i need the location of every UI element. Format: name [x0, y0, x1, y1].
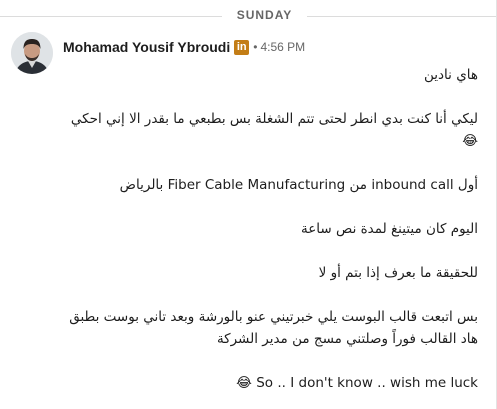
avatar-photo-icon: [11, 32, 53, 74]
laughing-emoji-icon: 😂: [462, 133, 478, 149]
message-text: بس اتبعت قالب البوست يلي خبرتيني عنو بال…: [60, 306, 478, 350]
message-header: Mohamad Yousif Ybroudi in • 4:56 PM: [63, 37, 305, 57]
message-text: هاي نادين: [60, 64, 478, 86]
message-body: هاي نادين: [423, 67, 478, 83]
message-body: للحقيقة ما بعرف إذا بتم أو لا: [318, 265, 478, 281]
message-text: اليوم كان ميتينغ لمدة نص ساعة: [60, 218, 478, 240]
divider-line-left: [0, 16, 222, 17]
message-body: بس اتبعت قالب البوست يلي خبرتيني عنو بال…: [69, 309, 478, 347]
day-label: SUNDAY: [236, 8, 293, 22]
message-body: So .. I don't know .. wish me luck: [256, 375, 478, 391]
message-text: So .. I don't know .. wish me luck 😂: [60, 372, 478, 394]
message-text: ليكي أنا كنت بدي انطر لحتى تتم الشغلة بس…: [60, 108, 478, 152]
sender-name[interactable]: Mohamad Yousif Ybroudi: [63, 39, 230, 55]
separator-dot: •: [253, 40, 258, 54]
message-timestamp: 4:56 PM: [260, 40, 306, 54]
message-text: أول inbound call من Fiber Cable Manufact…: [60, 174, 478, 196]
message-body: ليكي أنا كنت بدي انطر لحتى تتم الشغلة بس…: [70, 111, 478, 127]
linkedin-badge-icon: in: [234, 39, 250, 55]
day-divider: SUNDAY: [0, 6, 497, 26]
divider-line-right: [307, 16, 497, 17]
message-body: أول inbound call من Fiber Cable Manufact…: [119, 177, 478, 193]
message-list: هاي نادين ليكي أنا كنت بدي انطر لحتى تتم…: [60, 64, 478, 394]
message-body: اليوم كان ميتينغ لمدة نص ساعة: [301, 221, 478, 237]
message-text: للحقيقة ما بعرف إذا بتم أو لا: [60, 262, 478, 284]
laughing-emoji-icon: 😂: [236, 375, 252, 391]
avatar[interactable]: [11, 32, 53, 74]
